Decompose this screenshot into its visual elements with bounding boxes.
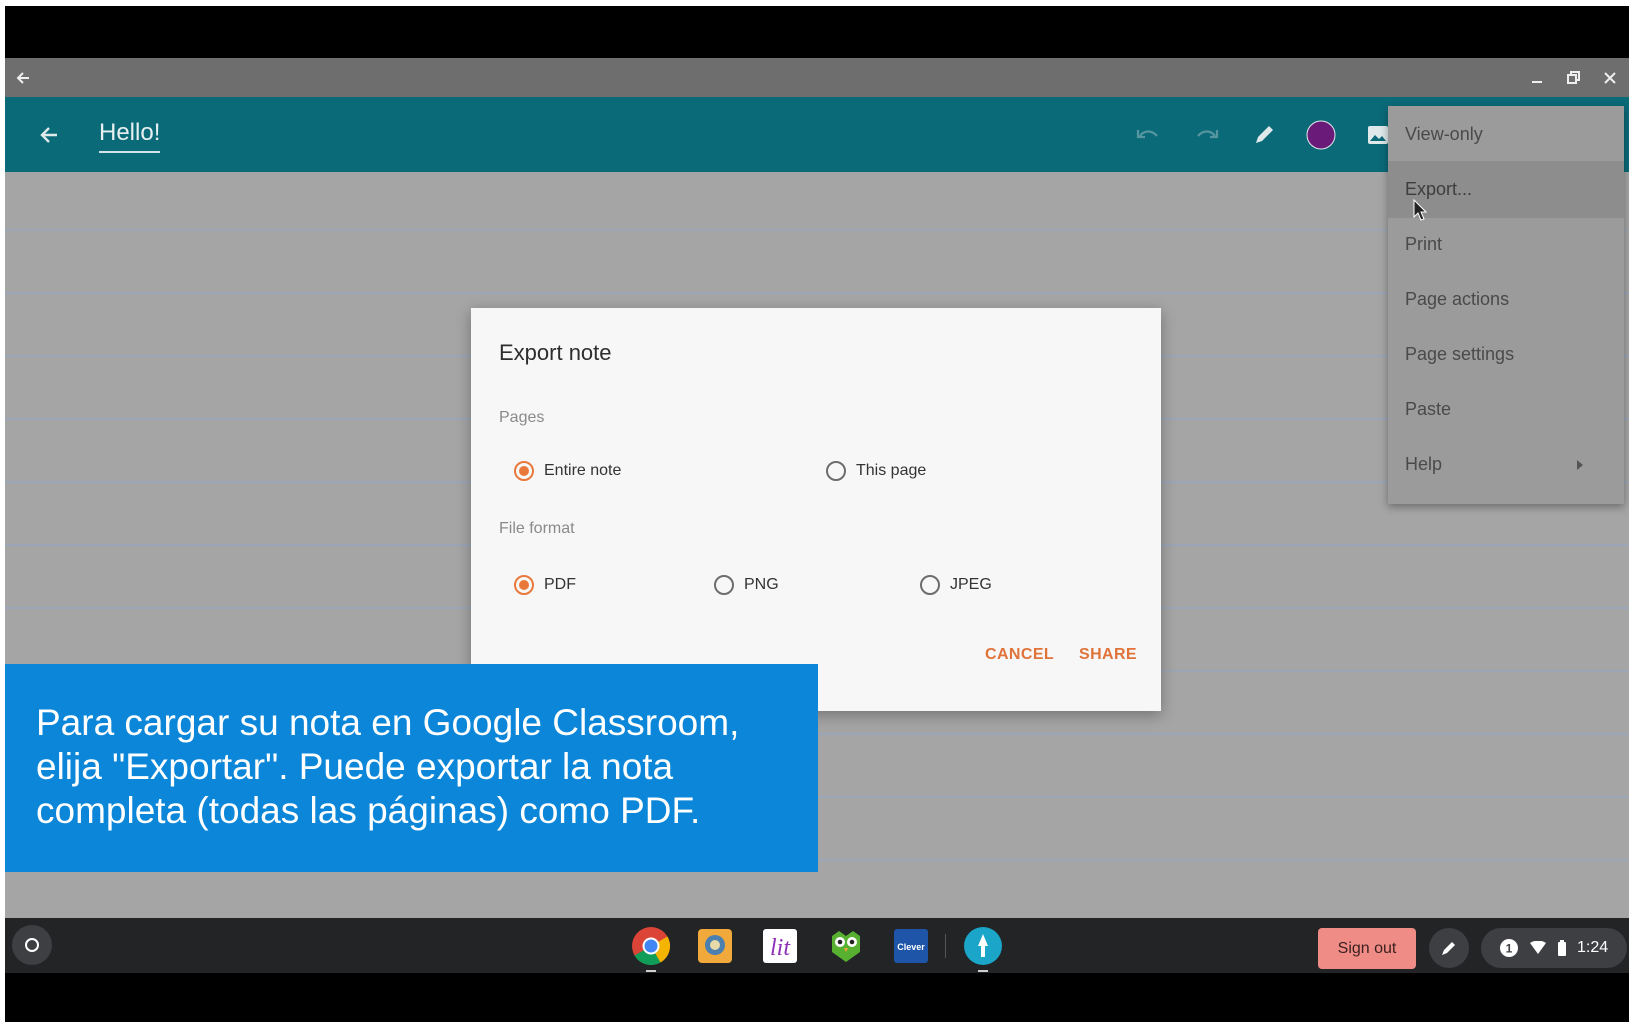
cancel-button[interactable]: CANCEL [985,646,1054,664]
redo-icon [1197,130,1219,139]
clock: 1:24 [1577,939,1609,956]
close-icon [1604,71,1616,84]
pages-section-label: Pages [499,409,545,426]
arrow-left-icon [40,127,57,143]
screen-frame: Hello! View-only Export... Print Page ac… [5,6,1629,1022]
window-restore-button[interactable] [1555,58,1591,97]
shelf-app-squid[interactable] [963,926,1003,966]
owl-app-icon [832,931,860,962]
radio-pdf[interactable]: PDF [514,575,576,595]
window-titlebar [5,58,1629,97]
lit-app-icon: lit [763,929,797,963]
restore-icon [1566,71,1580,84]
status-tray[interactable]: 1 1:24 [1481,928,1627,968]
stylus-tools-button[interactable] [1429,928,1469,968]
notification-count-icon: 1 [1500,939,1518,957]
notes-app: Hello! View-only Export... Print Page ac… [5,97,1629,918]
radio-unselected-icon [920,575,940,595]
window-back-button[interactable] [5,58,41,97]
radio-jpeg[interactable]: JPEG [920,575,992,595]
sign-out-button[interactable]: Sign out [1318,928,1416,969]
caption-overlay: Para cargar su nota en Google Classroom,… [5,664,818,872]
overflow-menu: View-only Export... Print Page actions P… [1388,106,1624,504]
undo-button[interactable] [1130,117,1166,153]
running-indicator [978,970,988,972]
radio-unselected-icon [826,461,846,481]
squid-app-icon [964,927,1002,965]
chrome-icon [632,927,671,966]
shelf-app-lit[interactable]: lit [760,926,800,966]
shelf-app-clever[interactable]: Clever [891,926,931,966]
wifi-icon [1530,941,1546,954]
dialog-title: Export note [499,340,612,365]
menu-item-page-settings[interactable]: Page settings [1388,326,1624,383]
undo-icon [1136,130,1158,139]
radio-this-page[interactable]: This page [826,461,926,481]
running-indicator [646,970,656,972]
system-shelf: lit Clever Sign out 1 1:24 [5,918,1629,973]
image-icon [1368,126,1388,144]
chevron-right-icon [1577,460,1583,470]
caption-line-3: completa (todas las páginas) como PDF. [36,790,701,831]
radio-selected-icon [514,575,534,595]
radio-selected-icon [514,461,534,481]
window-close-button[interactable] [1592,58,1628,97]
app-2-icon [698,929,732,963]
color-swatch-icon [1306,120,1336,150]
note-back-button[interactable] [31,117,67,153]
pen-icon [1256,126,1273,143]
file-format-section-label: File format [499,520,575,537]
svg-text:Clever: Clever [897,942,925,952]
caption-line-1: Para cargar su nota en Google Classroom, [36,702,740,743]
minimize-icon [1532,80,1542,83]
radio-entire-note[interactable]: Entire note [514,461,621,481]
clever-app-icon: Clever [894,929,928,963]
shelf-divider [945,934,946,958]
svg-text:1: 1 [1506,942,1513,956]
radio-png[interactable]: PNG [714,575,779,595]
pen-color-button[interactable] [1303,117,1339,153]
note-title[interactable]: Hello! [99,119,161,153]
radio-unselected-icon [714,575,734,595]
window-minimize-button[interactable] [1519,58,1555,97]
share-button[interactable]: SHARE [1079,646,1137,664]
shelf-app-owl[interactable] [826,926,866,966]
shelf-app-chrome[interactable] [631,926,671,966]
menu-item-print[interactable]: Print [1388,216,1624,273]
menu-item-help[interactable]: Help [1388,436,1624,493]
mouse-cursor-icon [1413,199,1427,221]
menu-item-paste[interactable]: Paste [1388,381,1624,438]
battery-icon [1558,940,1566,956]
shelf-app-2[interactable] [695,926,735,966]
pen-tool-button[interactable] [1246,117,1282,153]
app-toolbar: Hello! [5,97,1629,172]
arrow-left-icon [16,71,29,84]
menu-item-view-only[interactable]: View-only [1388,106,1624,163]
caption-line-2: elija "Exportar". Puede exportar la nota [36,746,674,787]
redo-button[interactable] [1189,117,1225,153]
export-note-dialog: Export note Pages Entire note This page … [471,308,1161,711]
svg-text:lit: lit [770,935,791,961]
menu-item-page-actions[interactable]: Page actions [1388,271,1624,328]
launcher-icon [25,938,39,952]
stylus-icon [1442,942,1455,955]
launcher-button[interactable] [12,925,52,965]
